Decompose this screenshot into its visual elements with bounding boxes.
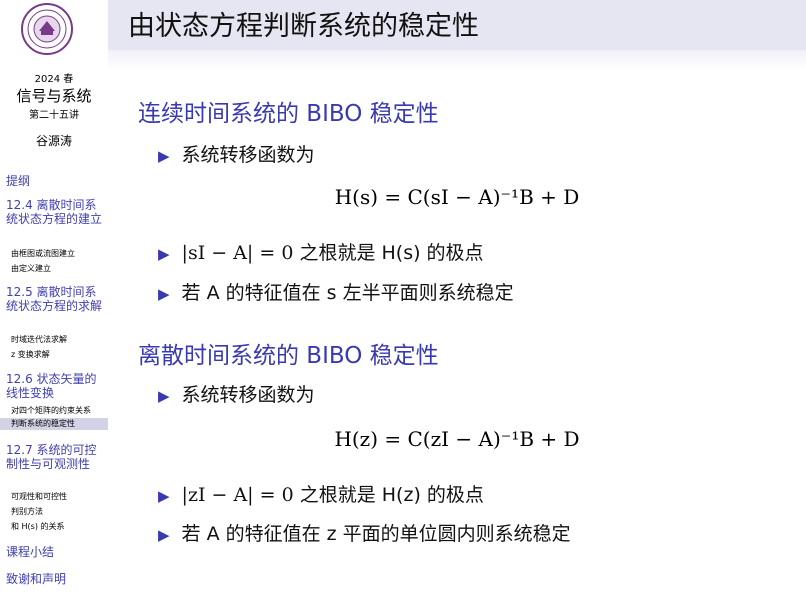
nav-sub-time-iteration[interactable]: 时域迭代法求解	[11, 334, 106, 345]
heading-continuous: 连续时间系统的 BIBO 稳定性	[138, 101, 439, 127]
nav-section-12-4[interactable]: 12.4 离散时间系统状态方程的建立	[6, 198, 106, 226]
sidebar-course-title: 信号与系统	[16, 87, 92, 105]
bullet-text: 系统转移函数为	[181, 144, 315, 166]
slide-title-bar: 由状态方程判断系统的稳定性	[108, 0, 806, 50]
bullet-triangle-icon: ▶	[158, 245, 170, 263]
math-expression: |zI − A| = 0	[181, 484, 294, 506]
equation-continuous: H(s) = C(sI − A)⁻¹B + D	[334, 185, 580, 209]
nav-sub-definition[interactable]: 由定义建立	[11, 263, 106, 274]
nav-section-12-5[interactable]: 12.5 离散时间系统状态方程的求解	[6, 285, 106, 313]
sidebar-author: 谷源涛	[35, 134, 72, 148]
bullet-triangle-icon: ▶	[158, 285, 170, 303]
nav-sub-matrix-constraints[interactable]: 对四个矩阵的约束关系	[11, 405, 106, 416]
nav-outline[interactable]: 提纲	[6, 172, 106, 189]
bullet-triangle-icon: ▶	[158, 526, 170, 544]
university-seal-icon	[21, 3, 73, 55]
heading-discrete: 离散时间系统的 BIBO 稳定性	[138, 343, 439, 369]
bullet-triangle-icon: ▶	[158, 147, 170, 165]
slide-title: 由状态方程判断系统的稳定性	[128, 11, 479, 42]
sidebar: 2024 春 信号与系统 第二十五讲 谷源涛 提纲 12.4 离散时间系统状态方…	[0, 0, 108, 605]
nav-section-12-7[interactable]: 12.7 系统的可控制性与可观测性	[6, 443, 106, 471]
nav-sub-hs-relation[interactable]: 和 H(s) 的关系	[11, 521, 106, 532]
bullet-text: 之根就是 H(z) 的极点	[299, 484, 484, 506]
nav-section-12-6[interactable]: 12.6 状态矢量的线性变换	[6, 372, 106, 400]
bullet-text: 若 A 的特征值在 z 平面的单位圆内则系统稳定	[181, 523, 571, 545]
bullet-discrete-poles: ▶ |zI − A| = 0 之根就是 H(z) 的极点	[158, 480, 484, 507]
sidebar-lecture-number: 第二十五讲	[29, 110, 79, 121]
sidebar-year: 2024 春	[34, 74, 74, 85]
nav-sub-criteria[interactable]: 判别方法	[11, 506, 106, 517]
nav-thanks[interactable]: 致谢和声明	[6, 570, 106, 587]
nav-summary[interactable]: 课程小结	[6, 543, 106, 560]
bullet-text: 系统转移函数为	[181, 384, 315, 406]
nav-sub-stability-active[interactable]: 判断系统的稳定性	[0, 418, 108, 430]
math-expression: |sI − A| = 0	[181, 242, 294, 264]
bullet-text: 之根就是 H(s) 的极点	[299, 242, 484, 264]
bullet-triangle-icon: ▶	[158, 487, 170, 505]
bullet-discrete-transfer: ▶ 系统转移函数为	[158, 380, 315, 407]
bullet-continuous-poles: ▶ |sI − A| = 0 之根就是 H(s) 的极点	[158, 238, 484, 265]
bullet-discrete-stability: ▶ 若 A 的特征值在 z 平面的单位圆内则系统稳定	[158, 519, 571, 546]
title-bar-shadow	[108, 50, 806, 70]
equation-discrete: H(z) = C(zI − A)⁻¹B + D	[334, 427, 580, 451]
bullet-continuous-transfer: ▶ 系统转移函数为	[158, 140, 315, 167]
nav-sub-observability-controllability[interactable]: 可观性和可控性	[11, 491, 106, 502]
bullet-triangle-icon: ▶	[158, 387, 170, 405]
nav-sub-block-diagram[interactable]: 由框图或流图建立	[11, 248, 106, 259]
bullet-continuous-stability: ▶ 若 A 的特征值在 s 左半平面则系统稳定	[158, 278, 514, 305]
bullet-text: 若 A 的特征值在 s 左半平面则系统稳定	[181, 282, 514, 304]
nav-sub-z-transform[interactable]: z 变换求解	[11, 349, 106, 360]
